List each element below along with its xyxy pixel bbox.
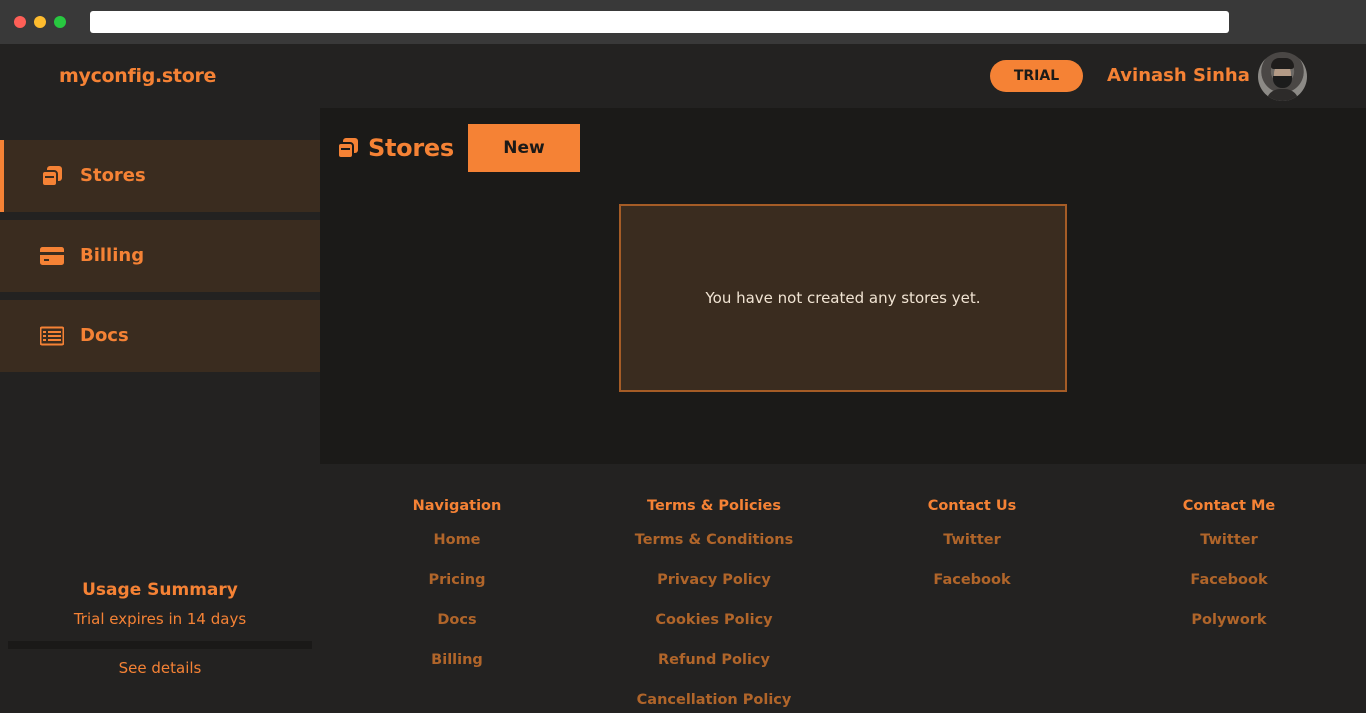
footer-link-docs[interactable]: Docs [342,610,572,630]
footer-column-contact-me: Contact Me Twitter Facebook Polywork [1114,496,1344,630]
footer-link-terms-conditions[interactable]: Terms & Conditions [599,530,829,550]
new-store-button[interactable]: New [468,124,580,172]
footer-link-privacy-policy[interactable]: Privacy Policy [599,570,829,590]
footer-link-pricing[interactable]: Pricing [342,570,572,590]
see-details-link[interactable]: See details [0,657,320,679]
footer-link-refund-policy[interactable]: Refund Policy [599,650,829,670]
sidebar-item-docs[interactable]: Docs [0,300,320,372]
brand-logo[interactable]: myconfig.store [59,44,216,108]
sidebar-item-label: Billing [80,245,145,266]
page-title: Stores [368,134,454,162]
footer-column-terms: Terms & Policies Terms & Conditions Priv… [599,496,829,710]
footer-heading: Contact Me [1182,498,1276,514]
close-window-button[interactable] [14,16,26,28]
footer-link-twitter[interactable]: Twitter [857,530,1087,550]
stores-icon [337,138,358,159]
footer-link-polywork[interactable]: Polywork [1114,610,1344,630]
footer-column-contact-us: Contact Us Twitter Facebook [857,496,1087,590]
address-bar[interactable] [90,11,1229,33]
stores-icon [41,166,62,187]
footer-link-twitter[interactable]: Twitter [1114,530,1344,550]
sidebar-item-stores[interactable]: Stores [0,140,320,212]
footer-heading: Terms & Policies [647,498,781,514]
footer-heading: Contact Us [927,498,1017,514]
trial-expiry-text: Trial expires in 14 days [73,610,247,628]
main-content: Stores New You have not created any stor… [320,108,1366,464]
usage-summary: Usage Summary Trial expires in 14 days S… [0,578,320,677]
empty-state-card: You have not created any stores yet. [619,204,1067,392]
sidebar: Stores Billing Docs Usage Summary Trial … [0,108,320,713]
app-header: myconfig.store TRIAL Avinash Sinha [0,44,1366,108]
docs-icon [40,326,64,346]
sidebar-item-label: Stores [80,165,146,186]
avatar[interactable] [1258,52,1307,101]
footer-link-billing[interactable]: Billing [342,650,572,670]
sidebar-item-billing[interactable]: Billing [0,220,320,292]
footer-column-navigation: Navigation Home Pricing Docs Billing [342,496,572,670]
footer-link-cancellation-policy[interactable]: Cancellation Policy [599,690,829,710]
footer-heading: Navigation [412,498,502,514]
usage-progress-bar [8,641,312,649]
footer-link-facebook[interactable]: Facebook [857,570,1087,590]
footer-link-home[interactable]: Home [342,530,572,550]
usage-summary-title: Usage Summary [82,580,238,600]
footer: Navigation Home Pricing Docs Billing Ter… [320,464,1366,713]
maximize-window-button[interactable] [54,16,66,28]
credit-card-icon [40,247,64,265]
empty-state-message: You have not created any stores yet. [705,289,981,307]
browser-chrome [0,0,1366,44]
page-header: Stores [336,132,454,164]
footer-link-cookies-policy[interactable]: Cookies Policy [599,610,829,630]
sidebar-item-label: Docs [80,325,129,346]
minimize-window-button[interactable] [34,16,46,28]
user-name[interactable]: Avinash Sinha [1107,44,1250,108]
trial-badge: TRIAL [990,60,1083,92]
footer-link-facebook[interactable]: Facebook [1114,570,1344,590]
